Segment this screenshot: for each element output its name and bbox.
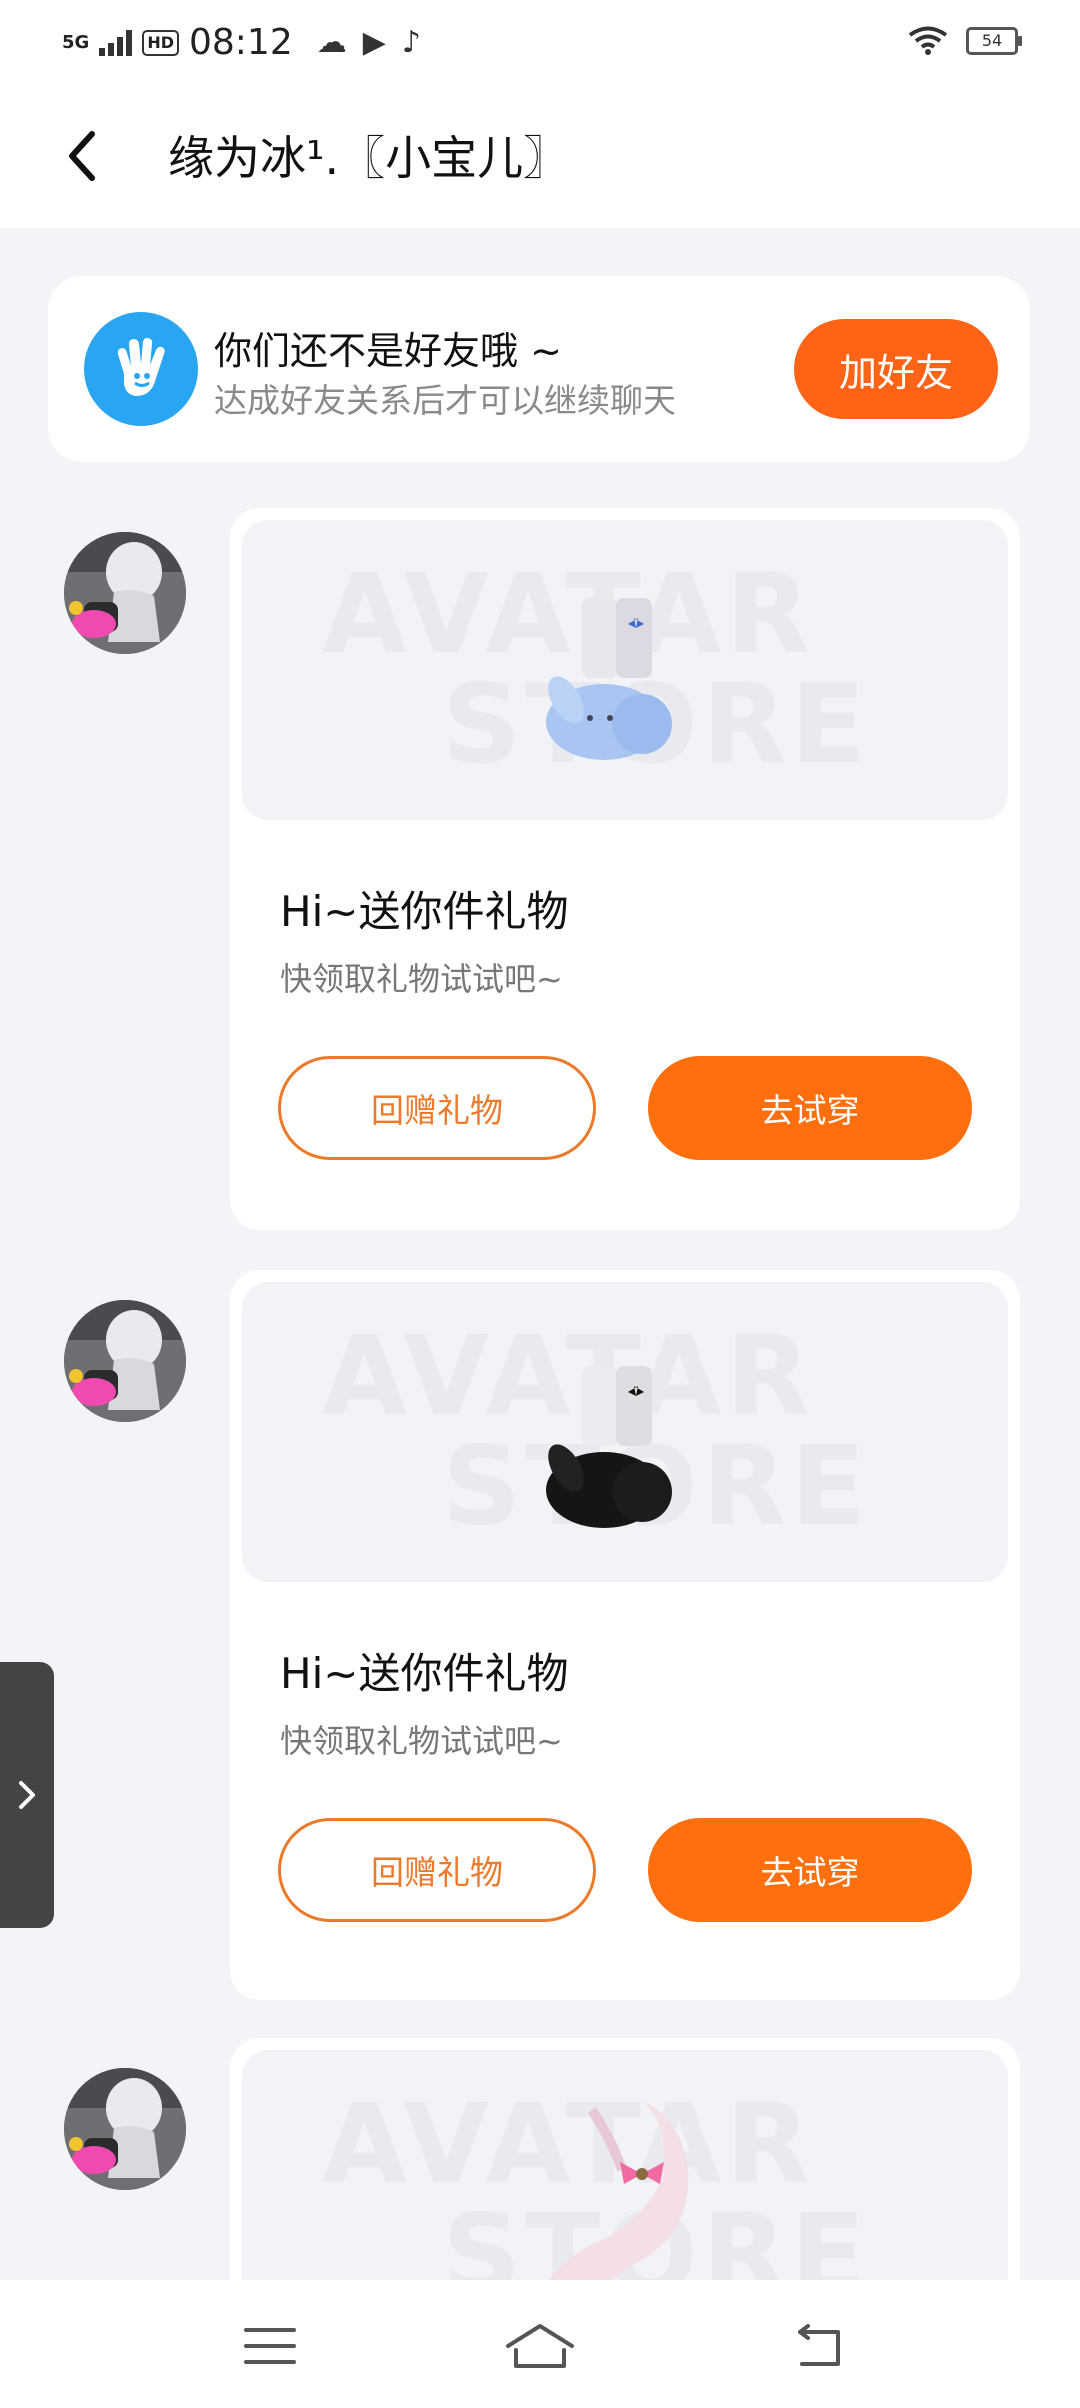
notice-subtitle: 达成好友关系后才可以继续聊天 <box>214 381 676 420</box>
notice-title: 你们还不是好友哦 ~ <box>214 329 562 373</box>
system-nav-bar <box>0 2280 1080 2408</box>
notification-icons: ☁ ▶ ♪ <box>317 25 421 60</box>
avatar[interactable] <box>64 2068 186 2190</box>
try-on-button[interactable]: 去试穿 <box>648 1056 972 1160</box>
network-label: 5G <box>62 31 90 53</box>
home-icon[interactable] <box>500 2318 580 2374</box>
gift-card: AVATAR STORE Hi~送你件礼物 快领取礼物试试吧~ 回赠礼物 去试穿 <box>230 1270 1020 2000</box>
return-gift-button[interactable]: 回赠礼物 <box>278 1056 596 1160</box>
return-gift-button[interactable]: 回赠礼物 <box>278 1818 596 1922</box>
chevron-right-icon <box>19 1781 35 1809</box>
menu-icon[interactable] <box>240 2318 300 2374</box>
gift-card: AVATAR STORE Hi~送你件礼物 快领取礼物试试吧~ 回赠礼物 去试穿 <box>230 508 1020 1230</box>
chat-title: 缘为冰¹.〖小宝儿〗 <box>168 131 570 185</box>
battery-level: 54 <box>981 31 1003 50</box>
side-panel-toggle[interactable] <box>0 1662 54 1928</box>
chat-header: 缘为冰¹.〖小宝儿〗 <box>0 86 1080 228</box>
status-right: 54 <box>908 26 1022 56</box>
add-friend-button[interactable]: 加好友 <box>794 319 998 419</box>
status-bar: 5G HD 08:12 ☁ ▶ ♪ 54 <box>0 0 1080 86</box>
hd-badge: HD <box>142 29 179 56</box>
gift-title: Hi~送你件礼物 <box>280 887 569 936</box>
avatar[interactable] <box>64 532 186 654</box>
signal-icon <box>99 29 133 56</box>
wave-hand-icon <box>84 312 198 426</box>
gift-item-slippers <box>546 1366 672 1528</box>
gift-title: Hi~送你件礼物 <box>280 1649 569 1698</box>
clock: 08:12 <box>188 22 293 63</box>
back-arrow-icon[interactable] <box>62 126 102 186</box>
avatar[interactable] <box>64 1300 186 1422</box>
status-left: 5G HD 08:12 ☁ ▶ ♪ <box>62 22 421 63</box>
return-icon[interactable] <box>790 2318 850 2374</box>
try-on-button[interactable]: 去试穿 <box>648 1818 972 1922</box>
cloud-icon: ☁ <box>316 25 347 60</box>
friend-notice-card: 你们还不是好友哦 ~ 达成好友关系后才可以继续聊天 加好友 <box>48 276 1030 462</box>
wifi-icon <box>908 26 948 55</box>
video-icon: ▶ <box>362 25 386 60</box>
battery-icon: 54 <box>966 27 1022 55</box>
gift-item-slippers <box>546 598 672 760</box>
gift-image[interactable]: AVATAR STORE <box>242 520 1008 820</box>
music-icon: ♪ <box>401 25 421 60</box>
gift-subtitle: 快领取礼物试试吧~ <box>280 960 563 998</box>
gift-subtitle: 快领取礼物试试吧~ <box>280 1722 563 1760</box>
gift-image[interactable]: AVATAR STORE <box>242 1282 1008 1582</box>
